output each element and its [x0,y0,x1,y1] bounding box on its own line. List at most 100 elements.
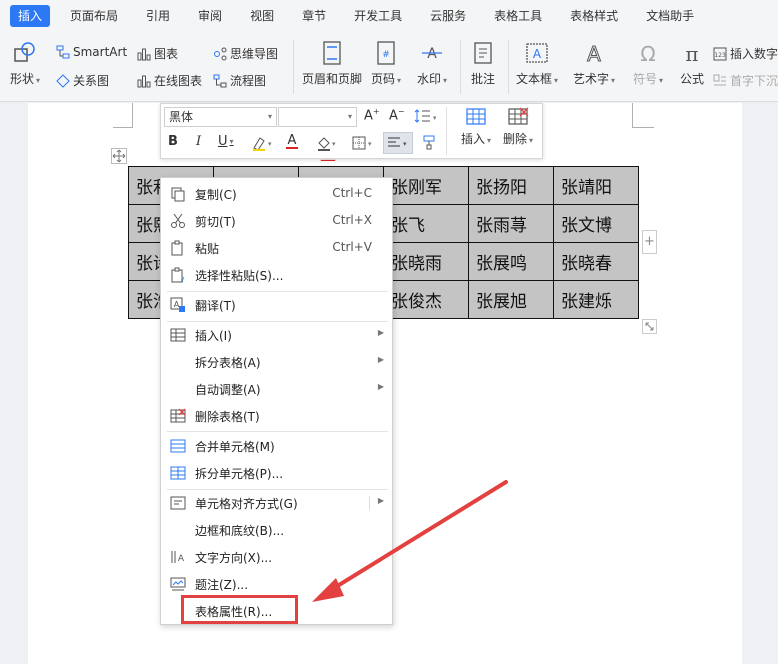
shape-button[interactable]: 形状 ▾ [10,40,40,87]
table-delete-icon [508,107,529,125]
menu-item-split-table[interactable]: 拆分表格(A) ▶ [161,349,392,375]
watermark-icon: A [422,46,443,62]
tab-developer[interactable]: 开发工具 [346,5,410,27]
table-cell[interactable]: 张刚军 [383,166,469,205]
textbox-label: 文本框 [516,72,553,86]
format-painter-button[interactable] [421,134,437,150]
tab-page-layout[interactable]: 页面布局 [62,5,126,27]
font-name-select[interactable]: 黑体 ▾ [164,107,277,127]
tab-table-style[interactable]: 表格样式 [562,5,626,27]
tab-doc-assistant[interactable]: 文档助手 [638,5,702,27]
table-cell[interactable]: 张晓春 [553,242,639,281]
menu-item-autofit[interactable]: 自动调整(A) ▶ [161,376,392,402]
table-cell[interactable]: 张俊杰 [383,280,469,319]
online-chart-button[interactable]: 在线图表 [137,72,202,89]
line-spacing-button[interactable]: ▾ [414,108,436,124]
svg-text:#: # [382,50,390,60]
tab-cloud-service[interactable]: 云服务 [422,5,474,27]
tab-section[interactable]: 章节 [294,5,334,27]
art-text-label: 艺术字 [573,72,610,86]
menu-separator [167,431,388,432]
menu-item-cut[interactable]: 剪切(T) Ctrl+X [161,208,392,234]
shape-label: 形状 [10,72,35,86]
menu-item-label: 文字方向(X)... [195,551,273,565]
table-cell[interactable]: 张飞 [383,204,469,243]
svg-text:A: A [533,47,542,61]
table-move-handle[interactable] [111,148,127,164]
translate-icon: A [170,297,185,312]
bold-button[interactable]: B [168,134,178,149]
symbol-button[interactable]: Ω 符号 ▾ [633,40,663,87]
comment-button[interactable]: 批注 [470,40,496,87]
menu-item-copy[interactable]: 复制(C) Ctrl+C [161,181,392,207]
annotation-arrow [312,480,508,602]
line-spacing-icon: ▾ [414,109,436,123]
flowchart-button[interactable]: 流程图 [213,72,266,89]
shape-icon [14,42,35,62]
table-resize-handle[interactable] [642,319,657,334]
table-cell[interactable]: 张展旭 [468,280,554,319]
mindmap-button[interactable]: 思维导图 [213,45,278,62]
underline-button[interactable]: U ▾ [218,134,234,149]
table-cell[interactable]: 张靖阳 [553,166,639,205]
menu-item-insert[interactable]: 插入(I) ▶ [161,322,392,348]
delete-button[interactable]: 删除 ▾ [503,107,533,147]
text-direction-icon: A [171,551,185,564]
italic-button[interactable]: I [196,134,201,149]
menu-item-paste-special[interactable]: ? 选择性粘贴(S)... [161,262,392,288]
art-text-button[interactable]: A 艺术字 ▾ [573,40,615,87]
table-cell[interactable]: 张扬阳 [468,166,554,205]
tab-view[interactable]: 视图 [242,5,282,27]
insert-button[interactable]: 插入 ▾ [461,107,491,147]
textbox-button[interactable]: A 文本框 ▾ [516,40,558,87]
svg-text:▾: ▾ [268,140,272,148]
watermark-button[interactable]: A 水印 ▾ [417,40,447,87]
svg-text:π: π [685,42,698,66]
font-color-button[interactable]: A [286,134,298,149]
tab-review[interactable]: 审阅 [190,5,230,27]
grow-font-button[interactable]: A+ [364,107,380,123]
tab-table-tools[interactable]: 表格工具 [486,5,550,27]
svg-text:123: 123 [714,52,726,59]
table-cell[interactable]: 张晓雨 [383,242,469,281]
menu-item-merge-cells[interactable]: 合并单元格(M) [161,433,392,459]
add-column-button[interactable]: + [642,230,657,254]
italic-icon: I [196,134,202,149]
relation-chart-button[interactable]: 关系图 [56,72,109,89]
smartart-button[interactable]: SmartArt [56,45,127,59]
menu-item-paste[interactable]: 粘贴 Ctrl+V [161,235,392,261]
table-cell[interactable]: 张展鸣 [468,242,554,281]
align-button[interactable]: ▾ [383,132,413,154]
table-cell[interactable]: 张文博 [553,204,639,243]
table-delete-icon [170,408,186,423]
bold-icon: B [168,134,178,149]
insert-number-button[interactable]: 123 插入数字 [713,45,778,62]
menu-item-delete-table[interactable]: 删除表格(T) [161,403,392,429]
paste-icon [171,240,183,256]
menu-item-translate[interactable]: A 翻译(T) [161,292,392,318]
header-footer-button[interactable]: 页眉和页脚 [302,40,362,87]
table-cell[interactable]: 张雨荨 [468,204,554,243]
shading-button[interactable]: ▾ [316,135,338,151]
menu-item-label: 单元格对齐方式(G) [195,497,298,511]
dropcap-button[interactable]: 首字下沉 [713,72,778,89]
tab-references[interactable]: 引用 [138,5,178,27]
tab-insert[interactable]: 插入 [10,5,51,27]
formula-button[interactable]: π 公式 [679,40,705,87]
highlight-button[interactable]: ▾ [251,135,275,151]
chart-button[interactable]: 图表 [137,45,178,62]
shrink-font-button[interactable]: A− [389,107,405,123]
chevron-down-icon: ▾ [347,112,352,121]
border-button[interactable]: ▾ [351,135,375,151]
font-size-select[interactable]: ▾ [278,107,357,127]
plus-icon: + [644,234,655,249]
flowchart-label: 流程图 [230,74,267,88]
highlight-box [181,595,298,624]
page-number-button[interactable]: # 页码 ▾ [371,40,401,87]
comment-label: 批注 [470,72,495,86]
mindmap-icon [214,47,227,60]
table-cell[interactable]: 张建烁 [553,280,639,319]
flowchart-icon [213,74,227,87]
table-insert-icon [466,108,486,125]
chevron-right-icon: ▶ [377,355,384,364]
